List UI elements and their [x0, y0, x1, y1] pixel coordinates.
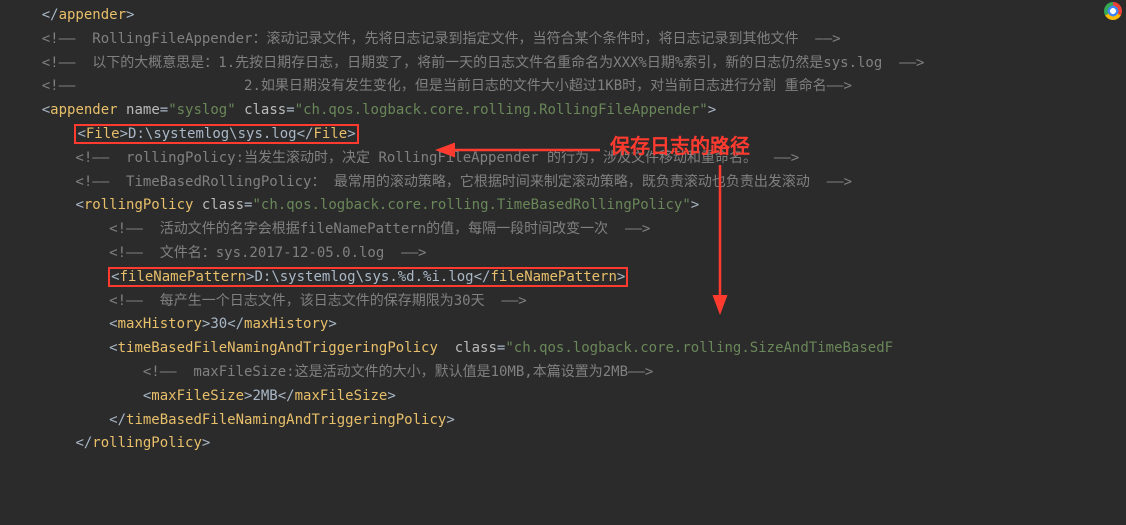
annotation-arrows [0, 0, 1126, 525]
